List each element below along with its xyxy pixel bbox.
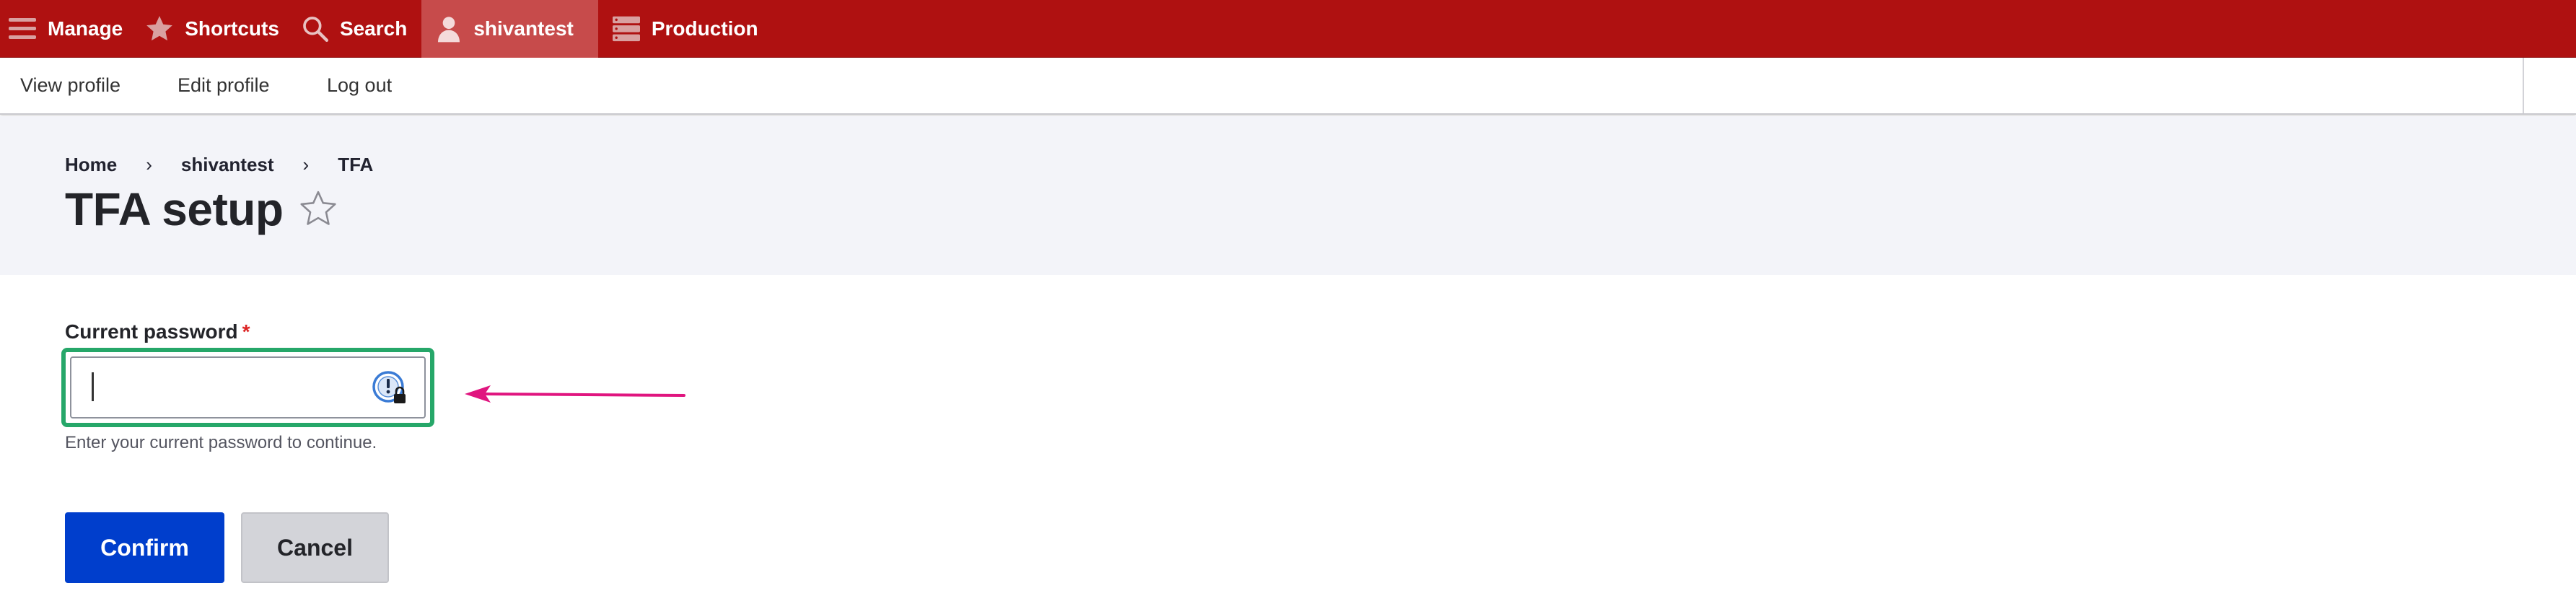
star-outline-icon[interactable] bbox=[298, 188, 338, 229]
toolbar-user[interactable]: shivantest bbox=[421, 0, 598, 58]
toolbar-manage-label: Manage bbox=[48, 17, 123, 40]
toolbar-user-label: shivantest bbox=[473, 17, 574, 40]
cancel-button[interactable]: Cancel bbox=[241, 512, 389, 583]
required-marker: * bbox=[242, 320, 250, 343]
breadcrumb-user[interactable]: shivantest bbox=[181, 154, 274, 176]
password-focus-ring bbox=[61, 348, 434, 427]
pointer-arrow-icon bbox=[465, 385, 685, 403]
toolbar-shortcuts[interactable]: Shortcuts bbox=[137, 0, 294, 58]
tray-link-log-out[interactable]: Log out bbox=[327, 58, 392, 113]
tray-divider bbox=[2523, 58, 2524, 113]
password-help-text: Enter your current password to continue. bbox=[65, 433, 377, 452]
tray-link-edit-profile[interactable]: Edit profile bbox=[178, 58, 270, 113]
breadcrumb-separator: › bbox=[146, 154, 152, 175]
breadcrumb-separator: › bbox=[302, 154, 310, 175]
toolbar-search-label: Search bbox=[339, 17, 408, 40]
confirm-button[interactable]: Confirm bbox=[65, 512, 224, 583]
hamburger-icon bbox=[9, 18, 36, 39]
toolbar-manage[interactable]: Manage bbox=[0, 0, 137, 58]
current-password-label: Current password * bbox=[65, 320, 250, 343]
star-icon bbox=[146, 16, 173, 41]
admin-toolbar: Manage Shortcuts Search shivantest Produ… bbox=[0, 0, 2576, 58]
page-title: TFA setup bbox=[65, 183, 284, 235]
toolbar-environment[interactable]: Production bbox=[598, 0, 773, 58]
breadcrumb-home[interactable]: Home bbox=[65, 154, 117, 176]
user-icon bbox=[438, 17, 460, 43]
current-password-label-text: Current password bbox=[65, 320, 238, 343]
toolbar-search[interactable]: Search bbox=[294, 0, 421, 58]
toolbar-tray: View profile Edit profile Log out bbox=[0, 58, 2576, 115]
tray-link-view-profile[interactable]: View profile bbox=[20, 58, 121, 113]
breadcrumb-tfa[interactable]: TFA bbox=[338, 154, 373, 176]
page-header-region: Home › shivantest › TFA TFA setup bbox=[0, 116, 2576, 275]
toolbar-shortcuts-label: Shortcuts bbox=[185, 17, 279, 40]
breadcrumb: Home › shivantest › TFA bbox=[65, 154, 373, 176]
text-caret bbox=[92, 372, 94, 401]
search-icon bbox=[303, 17, 328, 42]
password-manager-icon[interactable] bbox=[371, 369, 410, 408]
toolbar-environment-label: Production bbox=[651, 17, 758, 40]
server-icon bbox=[612, 16, 640, 42]
